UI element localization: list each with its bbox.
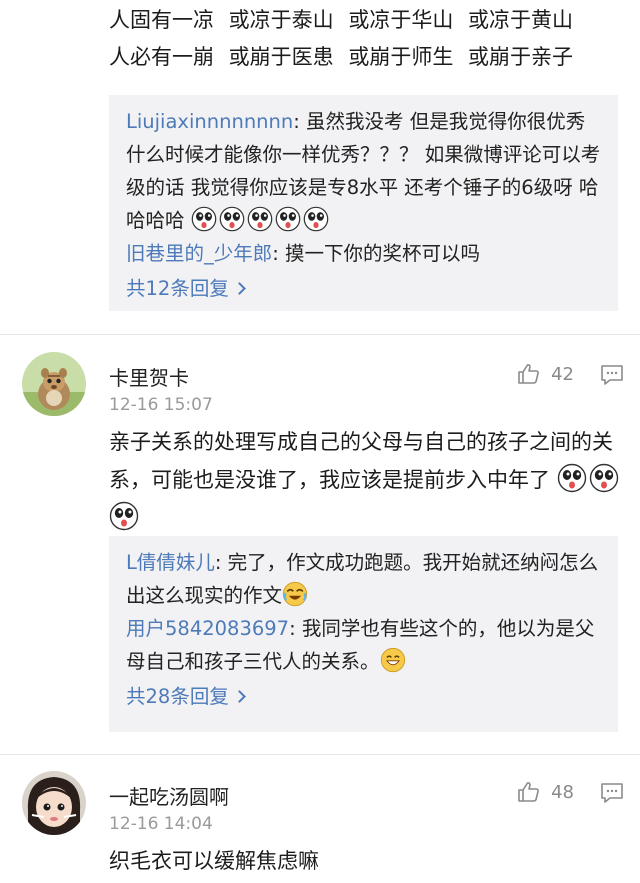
like-button[interactable]: 48 (517, 780, 574, 804)
reply-item: 旧巷里的_少年郎: 摸一下你的奖杯可以吗 (126, 237, 602, 270)
comment-text-poem: 人固有一凉 或凉于泰山 或凉于华山 或凉于黄山 人必有一崩 或崩于医患 或崩于师… (109, 2, 626, 76)
thumbs-up-icon (518, 364, 539, 384)
reply-username[interactable]: 旧巷里的_少年郎 (126, 242, 272, 265)
like-button[interactable]: 42 (517, 362, 574, 386)
poem-line-1: 人固有一凉 或凉于泰山 或凉于华山 或凉于黄山 (109, 8, 574, 32)
surprised-emoji (191, 206, 217, 232)
reply-preview-box[interactable]: L倩倩妹儿: 完了，作文成功跑题。我开始就还纳闷怎么出这么现实的作文 用户584… (109, 536, 618, 732)
reply-username[interactable]: L倩倩妹儿 (126, 551, 215, 574)
chevron-right-icon (232, 690, 246, 703)
comment-divider (0, 754, 640, 755)
comment-body: 织毛衣可以缓解焦虑嘛 (109, 849, 319, 873)
surprised-emoji (557, 463, 587, 493)
squirrel-avatar-icon (22, 352, 86, 416)
comment-reply-button[interactable] (600, 782, 624, 808)
surprised-emoji (589, 463, 619, 493)
surprised-emoji (303, 206, 329, 232)
surprised-emoji (109, 501, 139, 531)
comment-timestamp: 12-16 14:04 (109, 814, 213, 834)
commenter-name[interactable]: 一起吃汤圆啊 (109, 781, 229, 810)
reply-username[interactable]: Liujiaxinnnnnnnn (126, 110, 293, 133)
poem-line-2: 人必有一崩 或崩于医患 或崩于师生 或崩于亲子 (109, 45, 574, 69)
chevron-right-icon (232, 282, 246, 295)
thumbs-up-icon (518, 782, 539, 802)
comment-divider (0, 334, 640, 335)
reply-item: Liujiaxinnnnnnnn: 虽然我没考 但是我觉得你很优秀什么时候才能像… (126, 105, 602, 237)
surprised-emoji (219, 206, 245, 232)
view-all-replies-link[interactable]: 共12条回复 (126, 272, 602, 305)
reply-item: L倩倩妹儿: 完了，作文成功跑题。我开始就还纳闷怎么出这么现实的作文 (126, 546, 602, 612)
reply-preview-box[interactable]: Liujiaxinnnnnnnn: 虽然我没考 但是我觉得你很优秀什么时候才能像… (109, 95, 618, 311)
comment-timestamp: 12-16 15:07 (109, 395, 213, 415)
comment-body: 亲子关系的处理写成自己的父母与自己的孩子之间的关系，可能也是没谁了，我应该是提前… (109, 430, 613, 492)
comment-text: 亲子关系的处理写成自己的父母与自己的孩子之间的关系，可能也是没谁了，我应该是提前… (109, 423, 624, 537)
comment-text: 织毛衣可以缓解焦虑嘛 (109, 842, 624, 880)
child-avatar-icon (22, 771, 86, 835)
comment-icon (601, 365, 623, 385)
view-all-replies-link[interactable]: 共28条回复 (126, 680, 602, 713)
comment-reply-button[interactable] (600, 364, 624, 390)
avatar[interactable] (22, 771, 86, 835)
comment-icon (601, 783, 623, 803)
like-count: 42 (551, 363, 574, 385)
reply-text: : 摸一下你的奖杯可以吗 (272, 242, 481, 265)
laugh-cry-emoji (282, 581, 308, 607)
commenter-name[interactable]: 卡里贺卡 (109, 362, 189, 391)
more-replies-label: 共12条回复 (126, 277, 229, 300)
avatar[interactable] (22, 352, 86, 416)
surprised-emoji (247, 206, 273, 232)
surprised-emoji (275, 206, 301, 232)
more-replies-label: 共28条回复 (126, 685, 229, 708)
reply-username[interactable]: 用户5842083697 (126, 617, 289, 640)
reply-item: 用户5842083697: 我同学也有些这个的，他以为是父母自己和孩子三代人的关… (126, 612, 602, 678)
grin-emoji (380, 647, 406, 673)
like-count: 48 (551, 781, 574, 803)
